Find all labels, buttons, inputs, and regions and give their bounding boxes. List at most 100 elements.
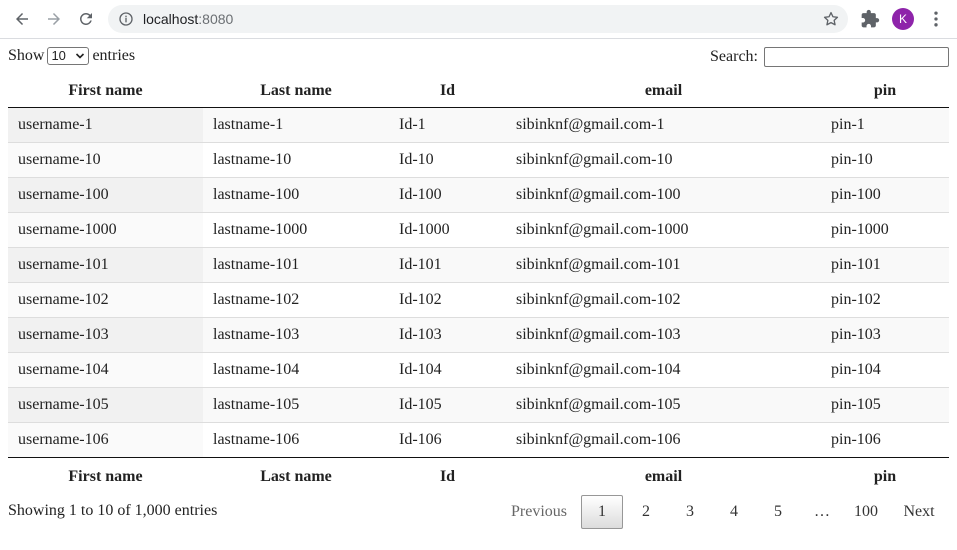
page-button-2[interactable]: 2 [625,495,667,529]
arrow-right-icon [48,13,60,25]
cell-pin: pin-105 [821,387,949,423]
browser-toolbar: localhost:8080 K [0,0,957,39]
column-footer-last-name: Last name [203,457,389,496]
next-page-button[interactable]: Next [889,495,949,529]
address-bar[interactable]: localhost:8080 [108,5,848,33]
cell-email: sibinknf@gmail.com-102 [506,282,821,318]
cell-pin: pin-104 [821,352,949,388]
cell-email: sibinknf@gmail.com-106 [506,422,821,458]
info-icon[interactable] [118,11,134,27]
profile-avatar[interactable]: K [892,8,914,30]
table-body: username-1 lastname-1 Id-1 sibinknf@gmail.c… [8,107,949,458]
table-row: username-102 lastname-102 Id-102 sibinknf@g… [8,282,949,318]
reload-icon [79,12,92,25]
cell-first-name: username-102 [8,282,203,318]
column-footer-id: Id [389,457,506,496]
column-header-id[interactable]: Id [389,75,506,108]
pagination-ellipsis: … [814,503,830,520]
url-text: localhost:8080 [143,11,233,27]
cell-id: Id-100 [389,177,506,213]
page-button-1[interactable]: 1 [581,495,623,529]
table-row: username-1000 lastname-1000 Id-1000 sibinkn… [8,212,949,248]
table-row: username-10 lastname-10 Id-10 sibinknf@gmai… [8,142,949,178]
cell-id: Id-103 [389,317,506,353]
cell-id: Id-105 [389,387,506,423]
bookmark-star-icon[interactable] [822,10,840,28]
cell-pin: pin-106 [821,422,949,458]
column-footer-email: email [506,457,821,496]
table-search-control: Search: [710,47,949,67]
data-table: First name Last name Id email pin userna… [8,75,949,496]
table-row: username-104 lastname-104 Id-104 sibinknf@g… [8,352,949,388]
cell-id: Id-1000 [389,212,506,248]
cell-last-name: lastname-1000 [203,212,389,248]
column-footer-first-name: First name [8,457,203,496]
column-header-first-name[interactable]: First name [8,75,203,108]
cell-pin: pin-1000 [821,212,949,248]
cell-id: Id-101 [389,247,506,283]
cell-id: Id-102 [389,282,506,318]
cell-email: sibinknf@gmail.com-101 [506,247,821,283]
table-row: username-105 lastname-105 Id-105 sibinknf@g… [8,387,949,423]
entries-length-select[interactable]: 10 [47,47,90,65]
cell-id: Id-10 [389,142,506,178]
entries-length-value: 10 [51,48,66,63]
column-header-email[interactable]: email [506,75,821,108]
extensions-puzzle-icon[interactable] [860,9,880,29]
url-port: :8080 [198,11,234,27]
cell-pin: pin-103 [821,317,949,353]
cell-last-name: lastname-101 [203,247,389,283]
cell-first-name: username-1000 [8,212,203,248]
cell-last-name: lastname-100 [203,177,389,213]
cell-email: sibinknf@gmail.com-104 [506,352,821,388]
cell-pin: pin-102 [821,282,949,318]
column-header-pin[interactable]: pin [821,75,949,108]
entries-length-control: Show 10 entries [8,47,135,65]
cell-first-name: username-1 [8,107,203,143]
reload-button[interactable] [72,5,100,33]
page-content: Show 10 entries Search: First name Last … [0,39,957,550]
page-button-100[interactable]: 100 [845,495,887,529]
page-button-3[interactable]: 3 [669,495,711,529]
table-row: username-101 lastname-101 Id-101 sibinknf@g… [8,247,949,283]
page-button-5[interactable]: 5 [757,495,799,529]
arrow-left-icon [16,13,28,25]
table-row: username-103 lastname-103 Id-103 sibinknf@g… [8,317,949,353]
table-info: Showing 1 to 10 of 1,000 entries [8,502,218,519]
table-row: username-106 lastname-106 Id-106 sibinknf@g… [8,422,949,458]
cell-last-name: lastname-102 [203,282,389,318]
cell-last-name: lastname-10 [203,142,389,178]
url-host: localhost [143,11,199,27]
forward-button[interactable] [40,5,68,33]
cell-last-name: lastname-1 [203,107,389,143]
cell-first-name: username-106 [8,422,203,458]
cell-email: sibinknf@gmail.com-100 [506,177,821,213]
cell-last-name: lastname-103 [203,317,389,353]
page-button-4[interactable]: 4 [713,495,755,529]
cell-first-name: username-101 [8,247,203,283]
cell-pin: pin-10 [821,142,949,178]
chevron-down-icon [76,53,85,59]
cell-id: Id-104 [389,352,506,388]
entries-label: entries [92,47,136,64]
cell-first-name: username-103 [8,317,203,353]
cell-email: sibinknf@gmail.com-1000 [506,212,821,248]
previous-page-button[interactable]: Previous [499,495,579,529]
table-row: username-100 lastname-100 Id-100 sibinknf@g… [8,177,949,213]
cell-email: sibinknf@gmail.com-105 [506,387,821,423]
pagination: Previous 1 2 3 4 5 … 100 Next [497,495,949,529]
column-footer-pin: pin [821,457,949,496]
cell-last-name: lastname-105 [203,387,389,423]
cell-id: Id-106 [389,422,506,458]
table-row: username-1 lastname-1 Id-1 sibinknf@gmail.c… [8,107,949,143]
cell-email: sibinknf@gmail.com-103 [506,317,821,353]
search-input[interactable] [764,47,949,67]
kebab-menu-icon[interactable] [926,9,946,29]
column-header-last-name[interactable]: Last name [203,75,389,108]
cell-email: sibinknf@gmail.com-1 [506,107,821,143]
cell-pin: pin-100 [821,177,949,213]
search-label: Search: [710,48,758,65]
cell-first-name: username-104 [8,352,203,388]
cell-pin: pin-1 [821,107,949,143]
back-button[interactable] [8,5,36,33]
